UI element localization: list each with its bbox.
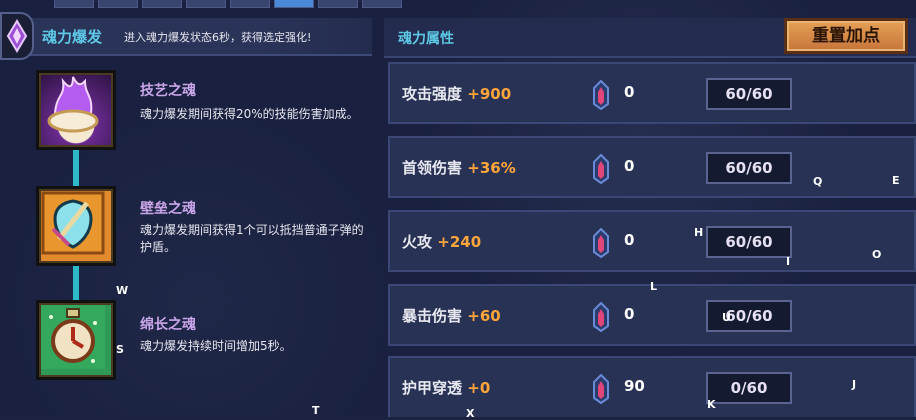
top-tab[interactable] bbox=[362, 0, 402, 8]
soul-connector bbox=[73, 262, 79, 302]
top-tab[interactable] bbox=[186, 0, 226, 8]
stone-count: 0 bbox=[624, 83, 635, 101]
stat-level[interactable]: 60/60 bbox=[706, 78, 792, 110]
hotkey-label: L bbox=[650, 280, 658, 293]
flame-crystal-icon[interactable] bbox=[36, 70, 116, 150]
stat-name: 暴击伤害 bbox=[402, 307, 463, 325]
stat-level[interactable]: 60/60 bbox=[706, 152, 792, 184]
soul-crystal-icon bbox=[593, 374, 609, 404]
soul-description: 魂力爆发持续时间增加5秒。 bbox=[140, 339, 292, 353]
hotkey-label: H bbox=[694, 226, 704, 239]
soul-name: 技艺之魂 bbox=[140, 83, 196, 99]
soul-crystal-icon bbox=[593, 80, 609, 110]
stat-name: 攻击强度 bbox=[402, 85, 463, 103]
stone-count: 0 bbox=[624, 231, 635, 249]
soul-crystal-icon bbox=[593, 302, 609, 332]
stone-count: 0 bbox=[624, 157, 635, 175]
stopwatch-icon[interactable] bbox=[36, 300, 116, 380]
stat-bonus: +0 bbox=[467, 379, 491, 397]
stat-level[interactable]: 0/60 bbox=[706, 372, 792, 404]
soul-burst-title: 魂力爆发 bbox=[42, 28, 103, 46]
top-tab[interactable] bbox=[98, 0, 138, 8]
soul-name: 壁垒之魂 bbox=[140, 201, 196, 217]
top-tab[interactable] bbox=[318, 0, 358, 8]
top-tab[interactable] bbox=[142, 0, 182, 8]
soul-connector bbox=[73, 146, 79, 188]
soul-name: 绵长之魂 bbox=[140, 317, 196, 333]
stat-bonus: +60 bbox=[467, 307, 501, 325]
stat-row[interactable]: 暴击伤害 +60 0 60/60 bbox=[388, 284, 916, 346]
hotkey-label: K bbox=[707, 398, 716, 411]
hotkey-label: W bbox=[116, 284, 129, 297]
soul-crystal-icon bbox=[593, 228, 609, 258]
top-tab-active[interactable] bbox=[274, 0, 314, 8]
stat-label: 暴击伤害 +60 bbox=[402, 305, 501, 326]
stat-level[interactable]: 60/60 bbox=[706, 226, 792, 258]
hotkey-label: E bbox=[892, 174, 900, 187]
stone-count: 0 bbox=[624, 305, 635, 323]
soul-description: 魂力爆发期间获得20%的技能伤害加成。 bbox=[140, 107, 359, 121]
hotkey-label: U bbox=[722, 311, 731, 324]
soul-description: 魂力爆发期间获得1个可以抵挡普通子弹的护盾。 bbox=[140, 223, 364, 254]
stat-level[interactable]: 60/60 bbox=[706, 300, 792, 332]
shield-icon[interactable] bbox=[36, 186, 116, 266]
hotkey-label: J bbox=[852, 378, 857, 391]
stat-label: 首领伤害 +36% bbox=[402, 157, 516, 178]
stat-bonus: +240 bbox=[437, 233, 482, 251]
stat-label: 护甲穿透 +0 bbox=[402, 377, 490, 398]
stone-count: 90 bbox=[624, 377, 645, 395]
stat-bonus: +36% bbox=[467, 159, 516, 177]
stat-label: 火攻 +240 bbox=[402, 231, 481, 252]
soul-stats-title: 魂力属性 bbox=[398, 31, 454, 47]
stat-name: 火攻 bbox=[402, 233, 433, 251]
top-tab[interactable] bbox=[230, 0, 270, 8]
hotkey-label: O bbox=[872, 248, 882, 261]
hotkey-label: S bbox=[116, 343, 124, 356]
stat-row[interactable]: 火攻 +240 0 60/60 bbox=[388, 210, 916, 272]
stat-row[interactable]: 首领伤害 +36% 0 60/60 bbox=[388, 136, 916, 198]
soul-crystal-icon bbox=[593, 154, 609, 184]
soul-burst-description: 进入魂力爆发状态6秒，获得选定强化! bbox=[124, 31, 312, 44]
stat-name: 首领伤害 bbox=[402, 159, 463, 177]
hotkey-label: X bbox=[466, 407, 475, 420]
hotkey-label: T bbox=[312, 404, 320, 417]
stat-bonus: +900 bbox=[467, 85, 512, 103]
reset-points-button[interactable]: 重置加点 bbox=[784, 18, 908, 54]
stat-name: 护甲穿透 bbox=[402, 379, 463, 397]
soul-burst-icon bbox=[0, 12, 34, 60]
hotkey-label: I bbox=[786, 255, 791, 268]
top-tab-strip bbox=[0, 0, 420, 8]
stat-row[interactable]: 攻击强度 +900 0 60/60 bbox=[388, 62, 916, 124]
top-tab[interactable] bbox=[54, 0, 94, 8]
stat-label: 攻击强度 +900 bbox=[402, 83, 511, 104]
hotkey-label: Q bbox=[813, 175, 823, 188]
